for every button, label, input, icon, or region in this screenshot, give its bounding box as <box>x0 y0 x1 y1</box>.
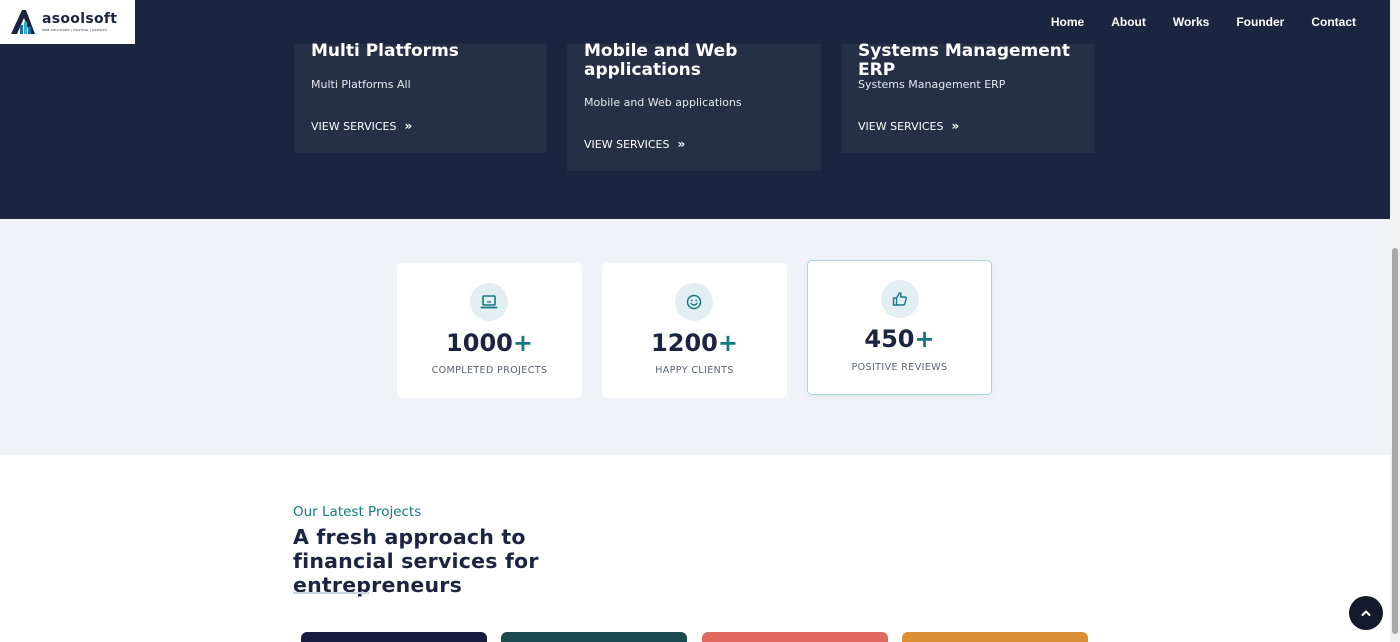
service-title: Systems Management ERP <box>858 41 1070 80</box>
stat-card-projects: 1000+ COMPLETED PROJECTS <box>397 263 582 398</box>
view-services-link[interactable]: VIEW SERVICES » <box>858 119 959 133</box>
stat-card-clients: 1200+ HAPPY CLIENTS <box>602 263 787 398</box>
view-services-link[interactable]: VIEW SERVICES » <box>584 137 685 151</box>
stat-card-reviews: 450+ POSITIVE REVIEWS <box>807 260 992 395</box>
scrollbar-thumb[interactable] <box>1392 248 1398 634</box>
double-chevron-right-icon: » <box>951 119 960 133</box>
service-card-multi-platforms: Multi Platforms Multi Platforms All VIEW… <box>294 41 547 153</box>
main-nav: Home About Works Founder Contact <box>1024 0 1356 44</box>
logo-mark-icon <box>11 10 35 34</box>
stat-label: COMPLETED PROJECTS <box>431 365 548 376</box>
project-card[interactable] <box>702 632 888 642</box>
stat-number: 1000+ <box>397 329 582 357</box>
brand-tagline: WEB SOLUTIONS | HOSTING | GROWTH <box>42 28 107 32</box>
scroll-to-top-button[interactable] <box>1349 596 1383 630</box>
view-services-label: VIEW SERVICES <box>858 119 944 133</box>
service-title: Multi Platforms <box>311 41 459 61</box>
stats-section: 1000+ COMPLETED PROJECTS 1200+ HAPPY CLI… <box>0 219 1390 455</box>
projects-title: A fresh approach to financial services f… <box>293 525 539 597</box>
service-description: Mobile and Web applications <box>584 96 742 109</box>
stat-label: POSITIVE REVIEWS <box>851 362 948 373</box>
service-description: Multi Platforms All <box>311 78 411 91</box>
projects-kicker: Our Latest Projects <box>293 504 422 520</box>
nav-contact[interactable]: Contact <box>1311 15 1356 29</box>
stat-plus: + <box>717 329 738 357</box>
stat-value: 1200 <box>651 329 718 357</box>
service-description: Systems Management ERP <box>858 78 1006 91</box>
stat-number: 450+ <box>808 325 991 353</box>
stat-label: HAPPY CLIENTS <box>655 365 734 376</box>
project-card[interactable] <box>501 632 687 642</box>
page-scrollbar[interactable] <box>1390 0 1400 642</box>
stat-value: 450 <box>864 325 915 353</box>
thumbs-up-icon <box>881 280 919 318</box>
view-services-label: VIEW SERVICES <box>584 137 670 151</box>
stat-plus: + <box>512 329 533 357</box>
service-title: Mobile and Web applications <box>584 41 738 80</box>
chevron-up-icon <box>1361 610 1371 616</box>
stat-plus: + <box>914 325 935 353</box>
nav-founder[interactable]: Founder <box>1236 15 1284 29</box>
smile-icon <box>675 283 713 321</box>
double-chevron-right-icon: » <box>677 137 686 151</box>
view-services-link[interactable]: VIEW SERVICES » <box>311 119 412 133</box>
project-card[interactable] <box>902 632 1088 642</box>
laptop-icon <box>470 283 508 321</box>
double-chevron-right-icon: » <box>404 119 413 133</box>
nav-home[interactable]: Home <box>1051 15 1084 29</box>
project-card[interactable] <box>301 632 487 642</box>
stat-value: 1000 <box>446 329 513 357</box>
nav-works[interactable]: Works <box>1173 15 1209 29</box>
stat-number: 1200+ <box>602 329 787 357</box>
nav-about[interactable]: About <box>1111 15 1146 29</box>
brand-name: asoolsoft <box>42 11 118 27</box>
view-services-label: VIEW SERVICES <box>311 119 397 133</box>
logo[interactable]: asoolsoft WEB SOLUTIONS | HOSTING | GROW… <box>0 0 135 44</box>
divider <box>293 592 369 594</box>
service-card-erp: Systems Management ERP Systems Managemen… <box>841 41 1095 153</box>
service-card-mobile-web: Mobile and Web applications Mobile and W… <box>567 41 821 171</box>
